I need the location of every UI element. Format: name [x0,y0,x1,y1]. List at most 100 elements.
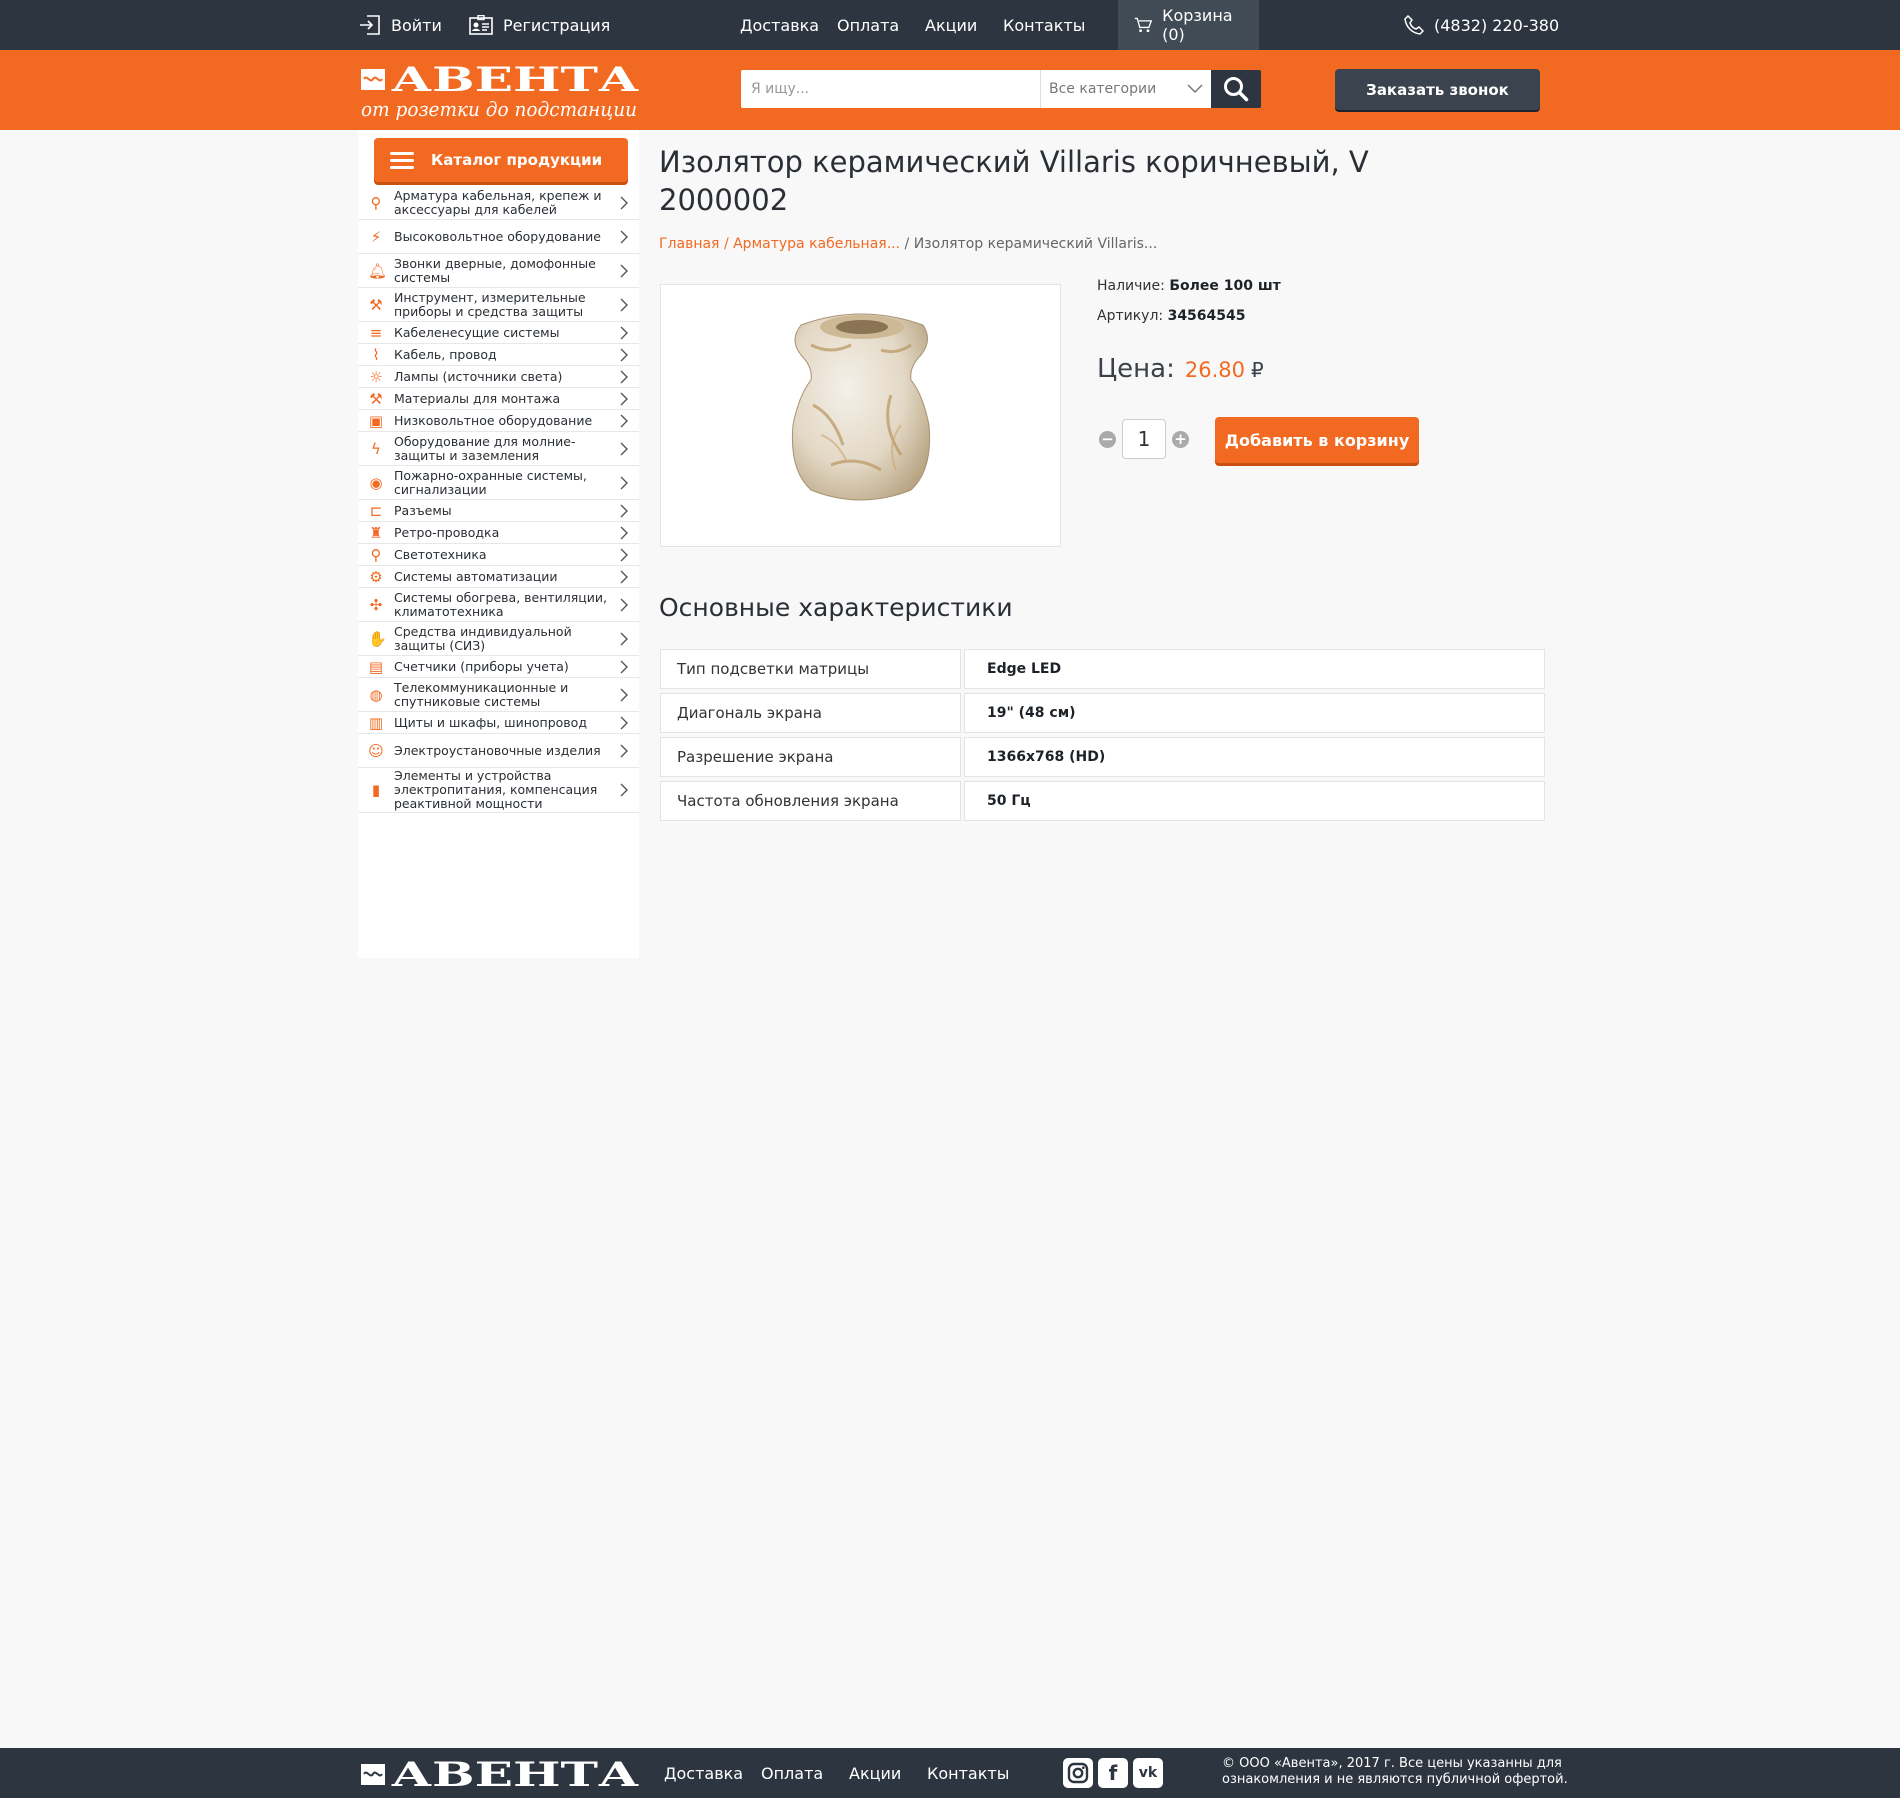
add-to-cart-button[interactable]: Добавить в корзину [1215,417,1419,463]
sidebar-category-item[interactable]: ✋ Средства индивидуальной защиты (СИЗ) [358,622,639,656]
facebook-icon[interactable]: f [1098,1758,1128,1788]
sidebar-category-label: Лампы (источники света) [394,368,563,384]
spec-row: Тип подсветки матрицы Edge LED [660,649,1545,689]
spec-value: Edge LED [964,649,1545,689]
chevron-right-icon [620,744,628,757]
sidebar-category-item[interactable]: ⌇ Кабель, провод [358,344,639,366]
automation-icon: ⚙ [369,567,383,586]
sidebar-category-item[interactable]: ♜ Ретро-проводка [358,522,639,544]
spec-key: Диагональ экрана [660,693,961,733]
footer-logo-text: АВЕНТА [391,1756,639,1790]
sidebar-category-item[interactable]: ⚙ Системы автоматизации [358,566,639,588]
cabinet-icon: ▥ [368,713,384,732]
footer-nav-delivery[interactable]: Доставка [664,1748,743,1798]
sidebar-category-label: Разъемы [394,502,452,518]
footer-nav-promotions[interactable]: Акции [849,1748,901,1798]
sidebar-category-item[interactable]: ⚡ Высоковольтное оборудование [358,220,639,254]
lightning-icon: ϟ [371,439,381,458]
category-select[interactable]: Все категории [1040,70,1211,108]
footer-nav-contacts[interactable]: Контакты [927,1748,1009,1798]
sidebar-category-label: Инструмент, измерительные приборы и сред… [394,289,586,319]
desk-lamp-icon: ⚲ [370,545,382,564]
spec-value: 50 Гц [964,781,1545,821]
search-input[interactable]: Я ищу... [741,70,1040,108]
chevron-right-icon [620,348,628,361]
catalog-button[interactable]: Каталог продукции [374,138,628,182]
footer-logo[interactable]: АВЕНТА [359,1755,641,1795]
register-link[interactable]: Регистрация [469,0,610,50]
cart-button[interactable]: Корзина (0) [1118,0,1259,50]
search-icon [1224,77,1249,102]
sidebar-category-label: Щиты и шкафы, шинопровод [394,714,587,730]
footer-nav-payment[interactable]: Оплата [761,1748,823,1798]
sidebar-category-label: Элементы и устройства электропитания, ко… [394,768,598,811]
breadcrumb-home[interactable]: Главная [659,236,719,252]
spec-key: Частота обновления экрана [660,781,961,821]
sidebar-category-item[interactable]: ≡ Кабеленесущие системы [358,322,639,344]
sidebar-category-item[interactable]: ☺ Электроустановочные изделия [358,734,639,768]
search-button[interactable] [1211,70,1261,108]
cable-icon: ⌇ [372,345,380,364]
sidebar-category-item[interactable]: ⚲ Арматура кабельная, крепеж и аксессуары… [358,186,639,220]
phone-link[interactable]: (4832) 220-380 [1404,0,1559,50]
sidebar-category-item[interactable]: ⚒ Инструмент, измерительные приборы и сре… [358,288,639,322]
chevron-right-icon [620,370,628,383]
battery-icon: ▮ [371,781,381,799]
sidebar-category-item[interactable]: ⚒ Материалы для монтажа [358,388,639,410]
sidebar-category-item[interactable]: ▥ Щиты и шкафы, шинопровод [358,712,639,734]
phone-number: (4832) 220-380 [1434,15,1560,35]
sidebar-category-item[interactable]: ☼ Лампы (источники света) [358,366,639,388]
callback-button[interactable]: Заказать звонок [1335,69,1540,110]
sidebar-category-label: Светотехника [394,546,487,562]
chevron-right-icon [620,716,628,729]
chevron-right-icon [620,264,628,277]
category-list: ⚲ Арматура кабельная, крепеж и аксессуары… [358,186,639,813]
sidebar-category-item[interactable]: ▮ Элементы и устройства электропитания, к… [358,768,639,813]
retro-insulator-icon: ♜ [369,523,383,542]
nav-contacts[interactable]: Контакты [1003,0,1085,50]
sidebar-category-label: Кабеленесущие системы [394,324,560,340]
product-image[interactable] [660,284,1061,547]
vk-icon[interactable]: vk [1133,1758,1163,1788]
sidebar-category-label: Электроустановочные изделия [394,742,601,758]
login-link[interactable]: Войти [359,0,442,50]
price: Цена: 26.80 ₽ [1097,354,1264,384]
copyright: © ООО «Авента», 2017 г. Все цены указанн… [1222,1756,1568,1787]
sidebar-category-label: Средства индивидуальной защиты (СИЗ) [394,623,572,653]
spec-row: Разрешение экрана 1366x768 (HD) [660,737,1545,777]
chevron-right-icon [620,298,628,311]
satellite-icon: ◍ [369,685,383,704]
sidebar-category-item[interactable]: ⊏ Разъемы [358,500,639,522]
chevron-right-icon [620,632,628,645]
sidebar-category-item[interactable]: ϟ Оборудование для молние-защиты и заземл… [358,432,639,466]
nav-delivery[interactable]: Доставка [740,0,819,50]
breadcrumb-category[interactable]: Арматура кабельная... [733,236,900,252]
sidebar-category-item[interactable]: ⚲ Светотехника [358,544,639,566]
quantity-increase-button[interactable]: + [1172,431,1189,448]
sidebar-category-item[interactable]: ✣ Системы обогрева, вентиляции, климатоте… [358,588,639,622]
breadcrumb-separator: / [904,236,910,252]
quantity-decrease-button[interactable]: − [1099,431,1116,448]
instagram-icon[interactable] [1063,1758,1093,1788]
logo[interactable]: АВЕНТА от розетки до подстанции [359,60,641,122]
chevron-right-icon [620,526,628,539]
logo-text: АВЕНТА [391,62,639,100]
quantity-input[interactable]: 1 [1122,419,1166,459]
breadcrumb-separator: / [723,236,729,252]
bell-icon: 🔔︎ [368,261,388,280]
chevron-right-icon [620,326,628,339]
sidebar-category-item[interactable]: ▣ Низковольтное оборудование [358,410,639,432]
chevron-right-icon [620,504,628,517]
top-bar: Войти Регистрация Доставка Оплата Акции … [0,0,1900,50]
wrench-icon: ⚒ [369,295,383,314]
sidebar-category-item[interactable]: 🔔︎ Звонки дверные, домофонные системы [358,254,639,288]
spec-value: 1366x768 (HD) [964,737,1545,777]
chevron-right-icon [620,688,628,701]
sidebar-category-item[interactable]: ◉ Пожарно-охранные системы, сигнализации [358,466,639,500]
sidebar-category-item[interactable]: ▤ Счетчики (приборы учета) [358,656,639,678]
nav-payment[interactable]: Оплата [837,0,899,50]
chevron-right-icon [620,414,628,427]
chevron-right-icon [620,548,628,561]
nav-promotions[interactable]: Акции [925,0,977,50]
sidebar-category-item[interactable]: ◍ Телекоммуникационные и спутниковые сист… [358,678,639,712]
